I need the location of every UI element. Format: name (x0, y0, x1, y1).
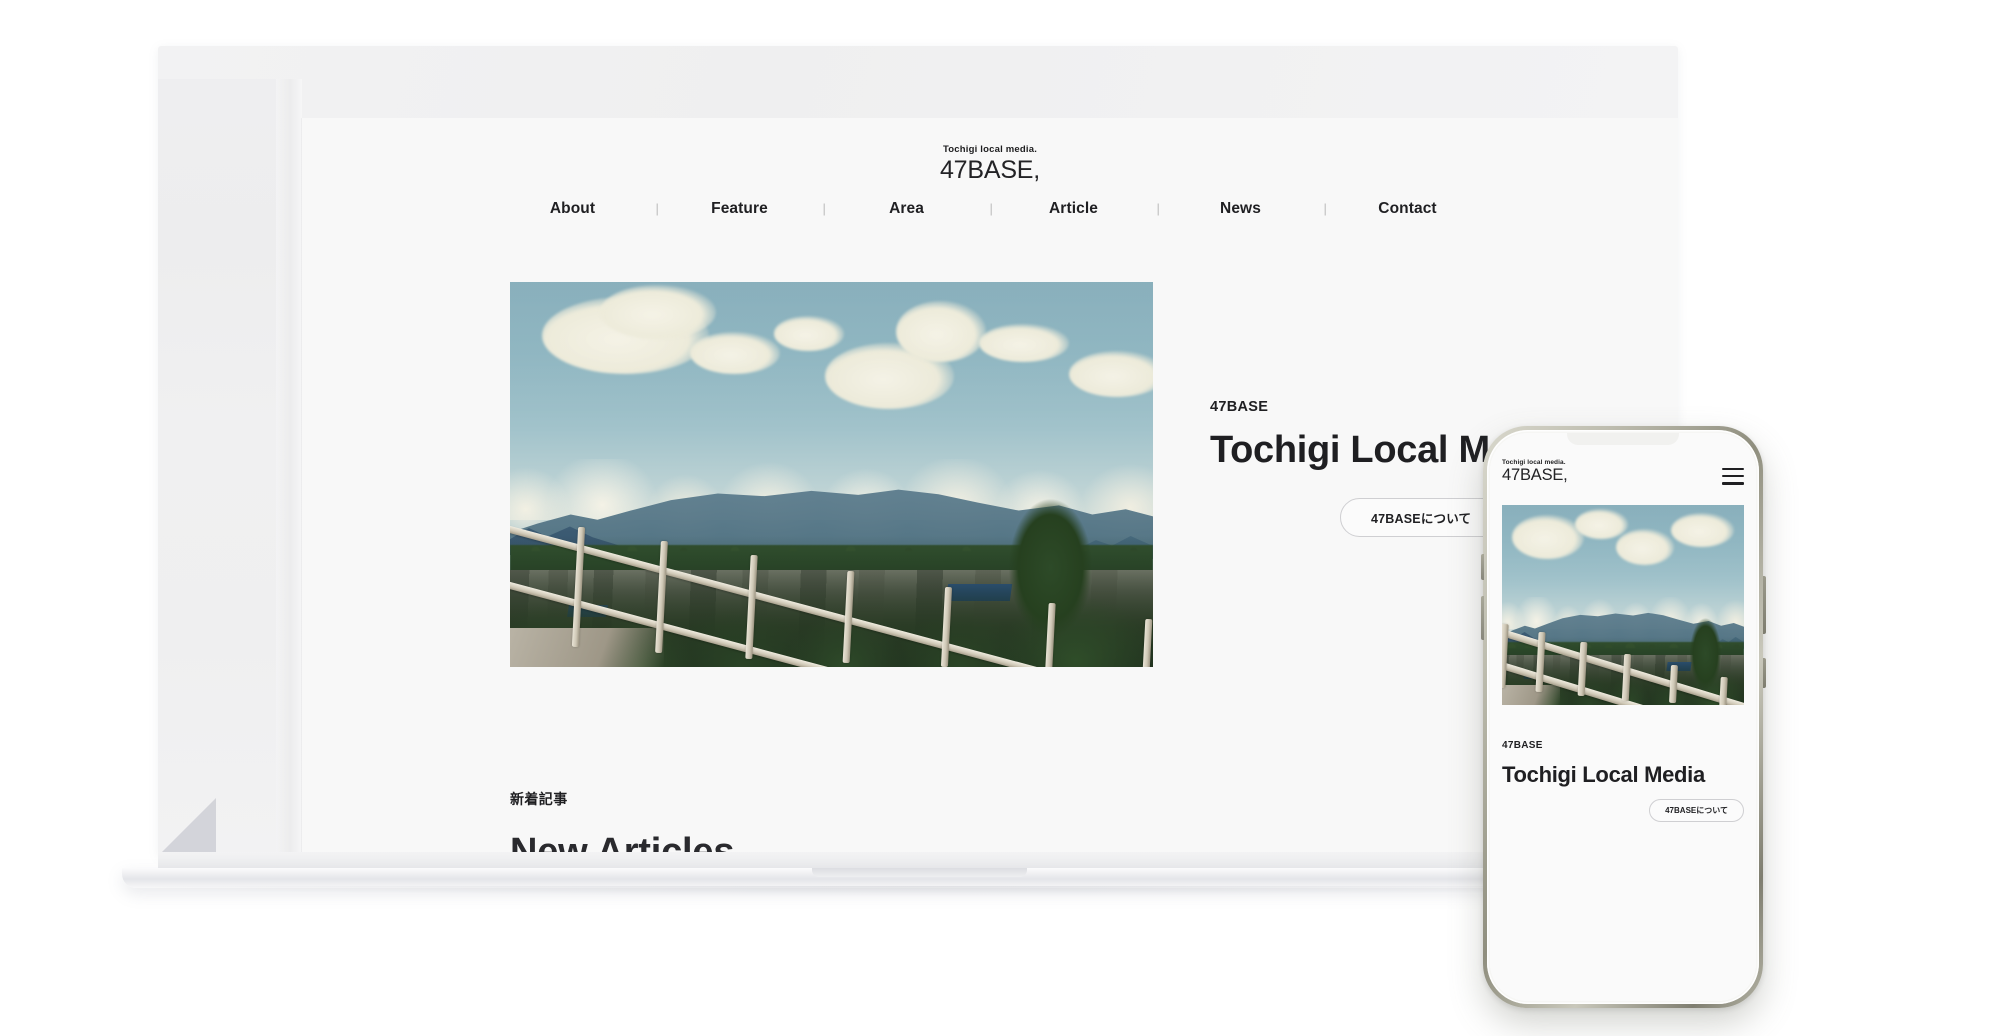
photo-railing (1502, 601, 1744, 705)
hero-kicker: 47BASE (1210, 398, 1269, 415)
phone-screen: Tochigi local media. 47BASE, 47BASE Toch… (1490, 433, 1756, 1001)
laptop-lid-left-shade (158, 79, 292, 856)
hamburger-menu-icon[interactable] (1722, 468, 1744, 485)
mobile-hero-photo (1502, 504, 1744, 705)
nav-item-contact[interactable]: Contact (1325, 200, 1491, 218)
phone-power-button[interactable] (1762, 576, 1766, 634)
site-header: Tochigi local media. 47BASE, About | Fea… (302, 118, 1678, 218)
laptop-mockup: Tochigi local media. 47BASE, About | Fea… (122, 46, 1717, 896)
laptop-base-notch (812, 868, 1027, 877)
logo-kicker: Tochigi local media. (942, 144, 1038, 155)
cloud-shape (1069, 350, 1153, 398)
main-nav: About | Feature | Area | Article | News … (302, 200, 1678, 218)
hero-section: 47BASE Tochigi Local Media 47BASEについて (302, 281, 1678, 667)
nav-item-about[interactable]: About (490, 200, 656, 218)
cloud-shape (690, 331, 781, 375)
landscape-photo-illustration (510, 281, 1153, 667)
phone-mockup: Tochigi local media. 47BASE, 47BASE Toch… (1480, 426, 1766, 1008)
laptop-lid-edge (276, 79, 302, 856)
laptop-lid: Tochigi local media. 47BASE, About | Fea… (158, 46, 1678, 885)
phone-bezel: Tochigi local media. 47BASE, 47BASE Toch… (1487, 430, 1759, 1004)
about-47base-button[interactable]: 47BASEについて (1340, 497, 1503, 537)
cloud-shape (1574, 508, 1628, 539)
nav-item-area[interactable]: Area (824, 200, 990, 218)
cloud-shape (1511, 514, 1585, 559)
cloud-shape (773, 316, 845, 351)
nav-item-feature[interactable]: Feature (657, 200, 823, 218)
website-desktop: Tochigi local media. 47BASE, About | Fea… (302, 118, 1678, 885)
phone-notch (1567, 433, 1679, 445)
mobile-logo[interactable]: Tochigi local media. 47BASE, (1502, 459, 1568, 486)
cloud-shape (600, 285, 716, 340)
mobile-hero-kicker: 47BASE (1502, 739, 1543, 751)
phone-side-button[interactable] (1762, 658, 1766, 688)
photo-railing (510, 466, 1153, 667)
logo-wordmark[interactable]: 47BASE, (302, 155, 1678, 186)
phone-volume-up-button[interactable] (1480, 554, 1484, 580)
mobile-hero-title: Tochigi Local Media (1502, 761, 1705, 787)
nav-item-news[interactable]: News (1158, 200, 1324, 218)
mobile-logo-kicker: Tochigi local media. (1502, 459, 1566, 466)
landscape-photo-illustration (1502, 504, 1744, 705)
cloud-shape (1615, 528, 1674, 565)
phone-volume-down-button[interactable] (1480, 596, 1484, 640)
laptop-screen: Tochigi local media. 47BASE, About | Fea… (302, 118, 1678, 885)
website-mobile: Tochigi local media. 47BASE, 47BASE Toch… (1490, 433, 1756, 1001)
cloud-shape (895, 300, 986, 363)
mobile-hero-button-row: 47BASEについて (1502, 798, 1744, 822)
mockup-stage: Tochigi local media. 47BASE, About | Fea… (0, 0, 2000, 1036)
laptop-shadow (140, 886, 1700, 896)
mobile-logo-wordmark: 47BASE, (1502, 466, 1568, 484)
laptop-base (122, 852, 1717, 896)
nav-item-article[interactable]: Article (991, 200, 1157, 218)
cloud-shape (1671, 512, 1735, 547)
mobile-about-47base-button[interactable]: 47BASEについて (1649, 798, 1744, 822)
hero-photo (510, 281, 1153, 667)
